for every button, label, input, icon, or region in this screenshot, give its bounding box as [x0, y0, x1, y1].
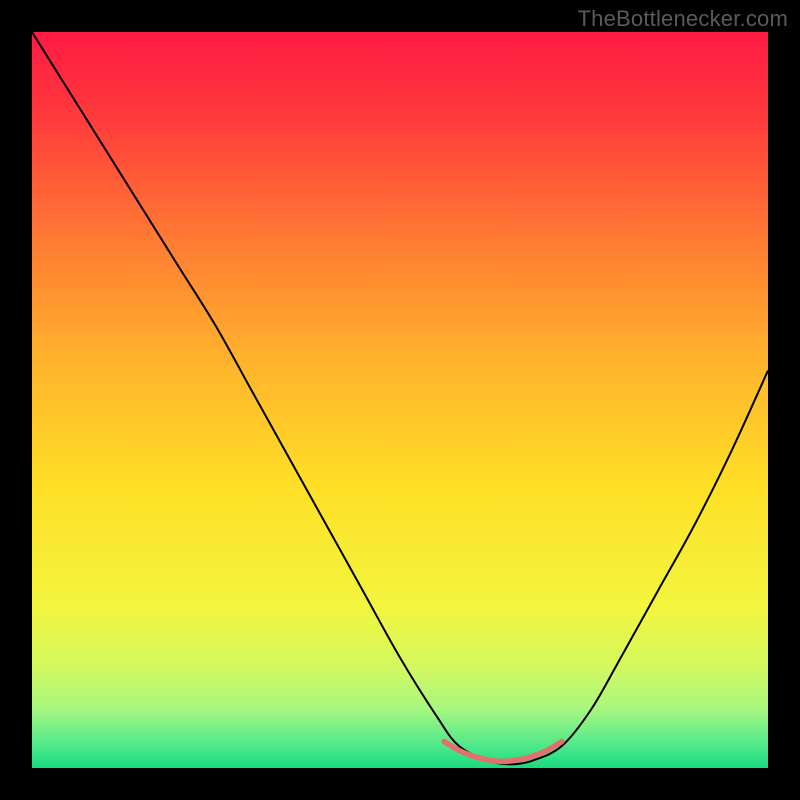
watermark-text: TheBottlenecker.com	[578, 6, 788, 32]
chart-frame: TheBottlenecker.com	[0, 0, 800, 800]
bottleneck-chart	[32, 32, 768, 768]
plot-area	[32, 32, 768, 768]
